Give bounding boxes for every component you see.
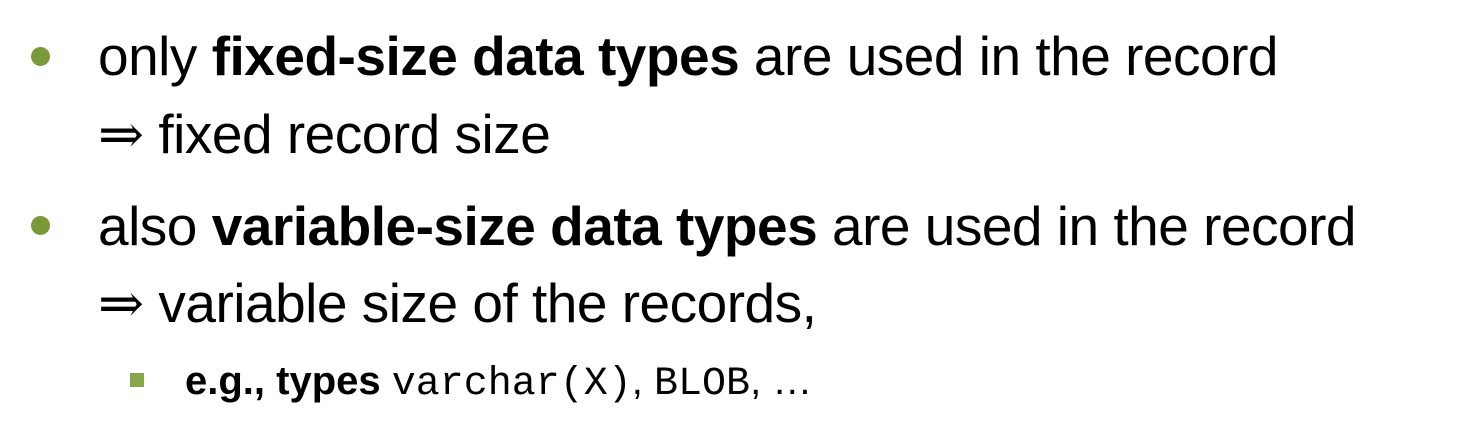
sub-bullet-bold: e.g., types xyxy=(185,359,381,403)
sub-bullet-tail: , … xyxy=(750,359,813,403)
bullet-1-post: are used in the record xyxy=(739,25,1279,87)
bullet-1-bold: fixed-size data types xyxy=(211,25,740,87)
bullet-2-pre: also xyxy=(98,195,212,257)
bullet-2-text: also variable-size data types are used i… xyxy=(98,195,1357,257)
sub-bullet-separator: , xyxy=(631,359,643,403)
code-varchar: varchar(X) xyxy=(391,362,632,407)
bullet-2-bold: variable-size data types xyxy=(211,195,818,257)
bullet-dot-icon xyxy=(31,216,50,235)
bullet-2-implication: ⇒ variable size of the records, xyxy=(98,271,817,335)
bullet-1-implication: ⇒ fixed record size xyxy=(98,102,551,166)
bullet-1-implication-text: fixed record size xyxy=(158,103,551,165)
bullet-1-text: only fixed-size data types are used in t… xyxy=(98,26,1278,86)
sub-bullet-square-icon xyxy=(130,373,144,387)
bullet-1-pre: only xyxy=(98,25,212,87)
implies-arrow-icon: ⇒ xyxy=(98,271,144,335)
bullet-dot-icon xyxy=(31,47,50,66)
bullet-2-post: are used in the record xyxy=(817,195,1357,257)
implies-arrow-icon: ⇒ xyxy=(98,102,144,166)
sub-bullet-text: e.g., types varchar(X), BLOB, … xyxy=(185,358,812,408)
code-blob: BLOB xyxy=(654,362,751,407)
slide: only fixed-size data types are used in t… xyxy=(0,0,1464,426)
bullet-2-implication-text: variable size of the records, xyxy=(158,272,817,334)
